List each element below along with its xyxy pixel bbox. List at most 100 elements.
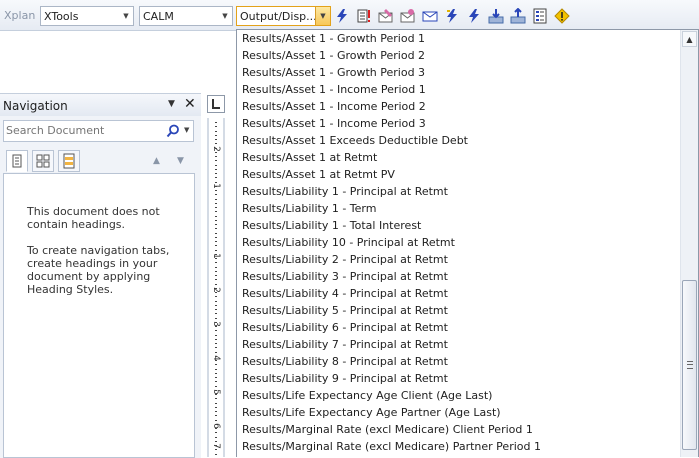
dropdown-item[interactable]: Results/Life Expectancy Age Client (Age … [242, 387, 492, 404]
scroll-up-icon[interactable]: ▲ [682, 31, 697, 47]
dropdown-item[interactable]: Results/Asset 1 at Retmt PV [242, 166, 395, 183]
dropdown-item[interactable]: Results/Asset 1 - Income Period 1 [242, 81, 426, 98]
document-alert-icon[interactable] [356, 8, 372, 24]
chevron-down-icon[interactable]: ▼ [119, 7, 133, 25]
ruler-tick [215, 279, 217, 281]
ruler-tick [215, 313, 217, 315]
chevron-down-icon[interactable]: ▼ [218, 7, 232, 25]
lightning-icon[interactable] [334, 8, 350, 24]
dropdown-item[interactable]: Results/Marginal Rate (excl Medicare) Pa… [242, 438, 541, 455]
ruler-tick [215, 402, 217, 404]
arrow-up-icon[interactable] [510, 8, 526, 24]
ruler-tick [215, 249, 217, 251]
close-icon[interactable]: ✕ [184, 96, 196, 112]
ruler-tick [215, 309, 217, 310]
ruler-tick [215, 202, 217, 204]
navigation-tabs [3, 150, 195, 174]
dropdown-item[interactable]: Results/Asset 1 at Retmt [242, 149, 377, 166]
ruler-tick [215, 292, 217, 293]
dropdown-item[interactable]: Results/Asset 1 - Growth Period 1 [242, 30, 425, 47]
lightning-icon[interactable] [466, 8, 482, 24]
ruler-tick [215, 139, 217, 140]
ruler-tick [215, 228, 217, 230]
xtools-combo-value: XTools [44, 10, 79, 23]
ruler-tick [215, 351, 217, 353]
grip-icon [687, 361, 693, 369]
tab-results[interactable] [58, 150, 80, 172]
dropdown-item[interactable]: Results/Liability 8 - Principal at Retmt [242, 353, 448, 370]
ruler-tick [215, 126, 217, 128]
envelope-send-icon[interactable] [400, 8, 416, 24]
dropdown-item[interactable]: Results/Liability 10 - Principal at Retm… [242, 234, 455, 251]
vertical-ruler[interactable]: 2 1 1 2 3 4 5 6 7 [207, 118, 225, 457]
ruler-tick [215, 334, 217, 336]
lightning-icon[interactable] [444, 8, 460, 24]
ruler-tick [215, 173, 217, 174]
dropdown-item[interactable]: Results/Liability 4 - Principal at Retmt [242, 285, 448, 302]
dropdown-scrollbar[interactable]: ▲ [680, 30, 698, 457]
ruler-tick [215, 156, 217, 157]
output-display-dropdown-list[interactable]: Results/Asset 1 - Growth Period 1 Results… [236, 29, 699, 457]
ruler-tick [215, 381, 217, 383]
output-display-combo[interactable]: Output/Disp... ▼ [236, 6, 331, 26]
dropdown-item[interactable]: Results/Marginal Rate (excl Medicare) Cl… [242, 421, 533, 438]
chevron-down-icon[interactable]: ▼ [184, 126, 189, 134]
ruler-tick [215, 360, 217, 361]
dropdown-item[interactable]: Results/Liability 1 - Principal at Retmt [242, 183, 448, 200]
chevron-down-icon[interactable]: ▼ [315, 7, 330, 25]
checklist-icon[interactable] [532, 8, 548, 24]
ruler-tick [215, 177, 217, 179]
dropdown-item[interactable]: Results/Asset 1 - Income Period 3 [242, 115, 426, 132]
dropdown-item[interactable]: Results/Liability 6 - Principal at Retmt [242, 319, 448, 336]
dropdown-item[interactable]: Results/Liability 9 - Principal at Retmt [242, 370, 448, 387]
warning-icon[interactable] [554, 8, 570, 24]
ruler-tick [215, 207, 217, 208]
envelope-pencil-icon[interactable] [378, 8, 394, 24]
ruler-tick [215, 160, 217, 162]
ruler-tick [215, 321, 217, 323]
dropdown-item[interactable]: Results/Liability 5 - Principal at Retmt [242, 302, 448, 319]
ruler-number: 3 [211, 321, 221, 327]
dropdown-item[interactable]: Results/Asset 1 - Growth Period 2 [242, 47, 425, 64]
dropdown-item[interactable]: Results/Liability 3 - Principal at Retmt [242, 268, 448, 285]
search-document-input[interactable] [6, 123, 156, 138]
ruler-tick [215, 147, 217, 149]
ruler-tick [215, 262, 217, 264]
ruler-number: 2 [211, 287, 221, 293]
ruler-tick [215, 436, 217, 438]
search-icon[interactable] [166, 124, 180, 138]
tab-pages[interactable] [32, 150, 54, 172]
ruler-tick [215, 440, 217, 442]
dropdown-item[interactable]: Results/Liability 2 - Principal at Retmt [242, 251, 448, 268]
envelope-icon[interactable] [422, 8, 438, 24]
ruler-tick [215, 211, 217, 213]
tab-selector[interactable] [207, 95, 225, 113]
dropdown-item[interactable]: Results/Liability 1 - Term [242, 200, 376, 217]
output-display-combo-value: Output/Disp... [240, 10, 317, 23]
arrow-down-icon[interactable] [488, 8, 504, 24]
dropdown-item[interactable]: Results/Asset 1 - Income Period 2 [242, 98, 426, 115]
xtools-combo[interactable]: XTools ▼ [40, 6, 134, 26]
ruler-tick [215, 445, 217, 446]
navigation-content: This document does not contain headings.… [3, 173, 195, 458]
ruler-tick [215, 419, 217, 421]
next-heading-icon[interactable]: ▼ [177, 156, 184, 166]
dropdown-item[interactable]: Results/Life Expectancy Age Partner (Age… [242, 404, 501, 421]
ruler-tick [215, 151, 217, 153]
calm-combo[interactable]: CALM ▼ [139, 6, 233, 26]
tab-headings[interactable] [6, 150, 28, 172]
headings-icon [12, 154, 22, 168]
search-document-box[interactable]: ▼ [3, 120, 194, 142]
scrollbar-thumb[interactable] [682, 280, 697, 450]
ruler-tick [215, 389, 217, 391]
dropdown-item[interactable]: Results/Asset 1 Exceeds Deductible Debt [242, 132, 468, 149]
dropdown-item[interactable]: Results/Liability 1 - Total Interest [242, 217, 421, 234]
ruler-tick [215, 415, 217, 417]
page-thumbnails-icon [36, 154, 50, 168]
previous-heading-icon[interactable]: ▲ [153, 156, 160, 166]
ruler-tick [215, 377, 217, 378]
create-headings-message: To create navigation tabs, create headin… [27, 244, 170, 296]
dropdown-item[interactable]: Results/Liability 7 - Principal at Retmt [242, 336, 448, 353]
dropdown-item[interactable]: Results/Asset 1 - Growth Period 3 [242, 64, 425, 81]
triangle-down-icon[interactable]: ▼ [168, 99, 175, 109]
